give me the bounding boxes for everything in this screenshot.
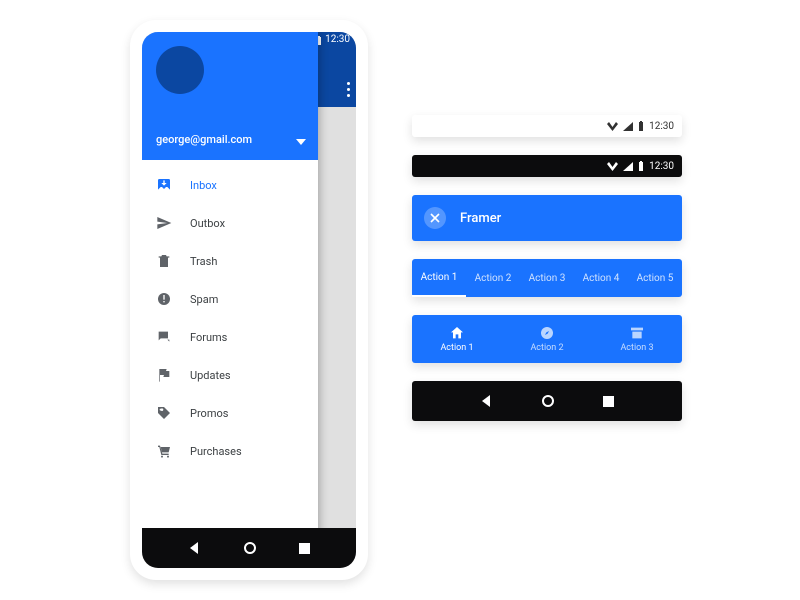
drawer-item-label: Purchases	[190, 445, 242, 458]
drawer-item-label: Updates	[190, 369, 231, 382]
bottom-navigation: Action 1 Action 2 Action 3	[412, 315, 682, 363]
bottomnav-item-2[interactable]: Action 2	[502, 315, 592, 363]
tab-label: Action 1	[421, 272, 458, 283]
tab-action-1[interactable]: Action 1	[412, 259, 466, 297]
phone-screen: 12:30 george@gmail.com Inbox Outbox Trash S…	[142, 32, 356, 568]
battery-icon	[638, 161, 644, 171]
drawer-item-label: Inbox	[190, 179, 217, 192]
tag-icon	[156, 405, 172, 421]
drawer-item-label: Outbox	[190, 217, 225, 230]
back-icon[interactable]	[189, 542, 201, 554]
bottomnav-label: Action 2	[530, 343, 563, 353]
tab-label: Action 3	[529, 273, 566, 284]
tab-label: Action 4	[583, 273, 620, 284]
cart-icon	[156, 443, 172, 459]
recent-apps-icon[interactable]	[299, 543, 310, 554]
android-nav-bar	[142, 528, 356, 568]
back-icon[interactable]	[481, 395, 493, 407]
app-bar: Framer	[412, 195, 682, 241]
recent-apps-icon[interactable]	[603, 396, 614, 407]
drawer-item-trash[interactable]: Trash	[142, 242, 318, 280]
status-bar-dark: 12:30	[412, 155, 682, 177]
caret-down-icon[interactable]	[296, 139, 306, 145]
tab-action-4[interactable]: Action 4	[574, 259, 628, 297]
tab-label: Action 2	[475, 273, 512, 284]
status-bar-light: 12:30	[412, 115, 682, 137]
drawer-item-forums[interactable]: Forums	[142, 318, 318, 356]
home-icon[interactable]	[243, 541, 257, 555]
tab-action-3[interactable]: Action 3	[520, 259, 574, 297]
close-icon[interactable]	[424, 207, 446, 229]
clock: 12:30	[649, 161, 674, 172]
phone-clock: 12:30	[325, 34, 350, 45]
send-icon	[156, 215, 172, 231]
tab-action-2[interactable]: Action 2	[466, 259, 520, 297]
bottomnav-label: Action 1	[440, 343, 473, 353]
inbox-icon	[156, 177, 172, 193]
trash-icon	[156, 253, 172, 269]
drawer-item-label: Spam	[190, 293, 218, 306]
compass-icon	[539, 325, 555, 341]
drawer-item-outbox[interactable]: Outbox	[142, 204, 318, 242]
drawer-list: Inbox Outbox Trash Spam Forums Updates Promos P…	[142, 160, 318, 476]
bottomnav-label: Action 3	[620, 343, 653, 353]
phone-frame: 12:30 george@gmail.com Inbox Outbox Trash S…	[130, 20, 368, 580]
bottomnav-item-1[interactable]: Action 1	[412, 315, 502, 363]
navigation-drawer: george@gmail.com Inbox Outbox Trash Spam For…	[142, 32, 318, 568]
android-nav-bar	[412, 381, 682, 421]
archive-icon	[629, 325, 645, 341]
battery-icon	[638, 121, 644, 131]
tab-action-5[interactable]: Action 5	[628, 259, 682, 297]
drawer-header: george@gmail.com	[142, 32, 318, 160]
cell-signal-icon	[623, 122, 633, 131]
wifi-icon	[607, 122, 618, 131]
phone-status-bar: 12:30	[314, 34, 350, 45]
drawer-item-label: Trash	[190, 255, 217, 268]
drawer-item-updates[interactable]: Updates	[142, 356, 318, 394]
account-email: george@gmail.com	[156, 133, 252, 146]
drawer-item-purchases[interactable]: Purchases	[142, 432, 318, 470]
component-stack: 12:30 12:30 Framer Action 1Action 2Actio…	[412, 115, 682, 421]
wifi-icon	[607, 162, 618, 171]
app-bar-title: Framer	[460, 211, 501, 226]
drawer-item-label: Promos	[190, 407, 228, 420]
clock: 12:30	[649, 121, 674, 132]
tab-bar: Action 1 Action 2 Action 3 Action 4 Action 5	[412, 259, 682, 297]
drawer-item-spam[interactable]: Spam	[142, 280, 318, 318]
tab-label: Action 5	[637, 273, 674, 284]
overflow-menu-icon[interactable]	[347, 82, 350, 97]
forums-icon	[156, 329, 172, 345]
cell-signal-icon	[623, 162, 633, 171]
flag-icon	[156, 367, 172, 383]
home-icon	[449, 325, 465, 341]
home-icon[interactable]	[541, 394, 555, 408]
drawer-item-label: Forums	[190, 331, 227, 344]
bottomnav-item-3[interactable]: Action 3	[592, 315, 682, 363]
avatar[interactable]	[156, 46, 204, 94]
drawer-item-inbox[interactable]: Inbox	[142, 166, 318, 204]
spam-icon	[156, 291, 172, 307]
drawer-item-promos[interactable]: Promos	[142, 394, 318, 432]
